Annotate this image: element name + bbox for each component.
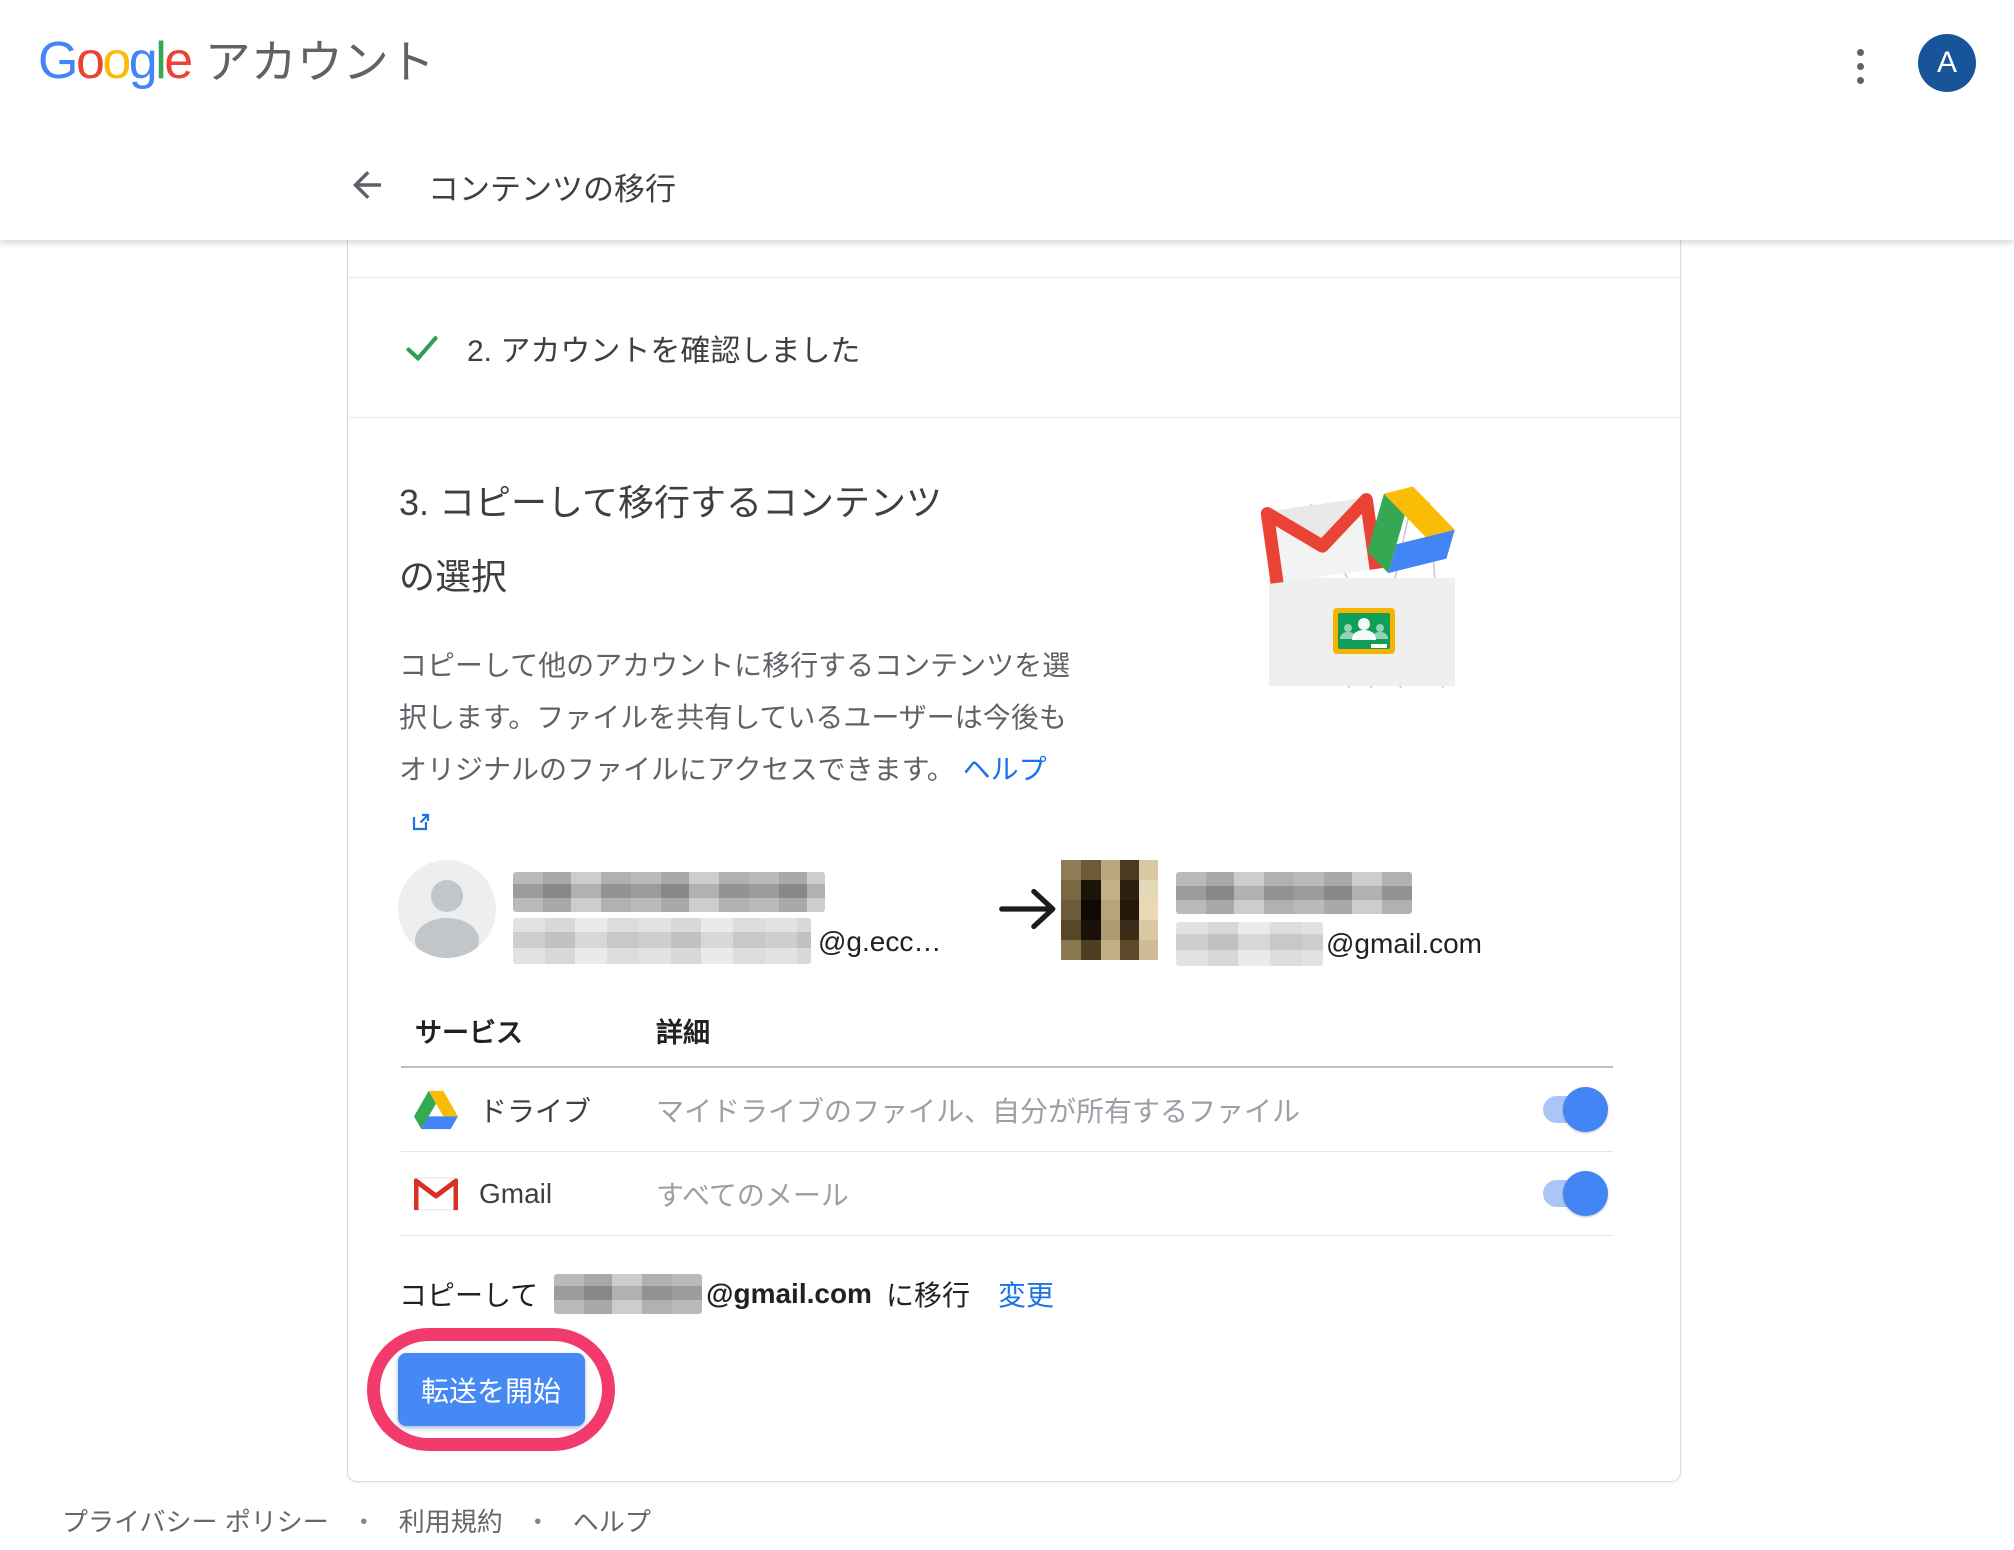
service-name: ドライブ [479,1090,591,1130]
table-row-gmail: Gmail すべてのメール [401,1152,1613,1236]
start-transfer-button[interactable]: 転送を開始 [398,1353,585,1426]
highlight-annotation-ring: 転送を開始 [367,1328,615,1451]
account-avatar[interactable]: A [1918,34,1976,92]
classroom-icon [1333,608,1395,654]
change-link[interactable]: 変更 [998,1274,1054,1314]
more-options-icon[interactable] [1840,40,1880,92]
page-title: コンテンツの移行 [428,164,676,209]
copy-suffix: に移行 [886,1274,970,1314]
footer-link-help[interactable]: ヘルプ [573,1502,651,1539]
google-logo: Google [38,31,191,91]
source-account-email-blurred [513,918,811,964]
back-arrow-icon[interactable] [346,164,388,206]
product-name: アカウント [205,26,435,92]
copy-prefix: コピーして [399,1274,538,1314]
services-table-header: サービス 詳細 [401,1006,1613,1068]
footer-separator: ・ [525,1502,551,1539]
transfer-card: 2. アカウントを確認しました 3. コピーして移行するコンテンツ の選択 [347,240,1681,1482]
step3-title: 3. コピーして移行するコンテンツ の選択 [399,466,942,614]
gmail-icon [414,1171,460,1217]
drive-toggle[interactable] [1543,1096,1601,1123]
copy-destination-line: コピーして @gmail.com に移行 変更 [399,1270,1054,1318]
step2-row: 2. アカウントを確認しました [348,278,1680,418]
service-detail: すべてのメール [656,1174,849,1214]
service-name: Gmail [479,1178,552,1210]
footer: プライバシー ポリシー ・ 利用規約 ・ ヘルプ [62,1502,651,1539]
copy-email-suffix: @gmail.com [706,1278,872,1310]
subheader: コンテンツの移行 [0,160,2014,220]
source-avatar-placeholder [398,860,496,958]
check-icon [403,329,441,367]
destination-email-suffix: @gmail.com [1326,928,1482,960]
gmail-toggle[interactable] [1543,1180,1601,1207]
google-account-logo[interactable]: Google アカウント [38,26,435,92]
service-detail: マイドライブのファイル、自分が所有するファイル [656,1090,1300,1130]
gmail-envelope [1267,498,1376,583]
services-table: サービス 詳細 ドライブ マイドライブのファイル、自分が所有するファイル [401,1006,1613,1236]
footer-link-terms[interactable]: 利用規約 [399,1502,503,1539]
source-email-suffix: @g.ecc… [818,926,941,958]
drive-icon [414,1087,460,1133]
destination-avatar-blurred [1061,860,1158,960]
copy-email-blurred [554,1274,702,1314]
destination-account-name-blurred [1176,872,1412,914]
services-illustration-image [1253,466,1463,688]
footer-link-privacy[interactable]: プライバシー ポリシー [62,1502,329,1539]
external-link-icon[interactable] [409,799,433,851]
transfer-arrow-icon [993,874,1063,944]
table-row-drive: ドライブ マイドライブのファイル、自分が所有するファイル [401,1068,1613,1152]
source-account-name-blurred [513,872,825,912]
column-header-service: サービス [415,1011,523,1050]
app-header: Google アカウント A コンテンツの移行 [0,0,2014,240]
step3-description: コピーして他のアカウントに移行するコンテンツを選択します。ファイルを共有している… [399,640,1071,851]
help-link[interactable]: ヘルプ [963,754,1047,785]
footer-separator: ・ [351,1502,377,1539]
previous-section-edge [348,240,1680,278]
column-header-detail: 詳細 [656,1011,710,1050]
step2-label: 2. アカウントを確認しました [467,326,860,370]
destination-account-email-blurred [1176,922,1323,966]
